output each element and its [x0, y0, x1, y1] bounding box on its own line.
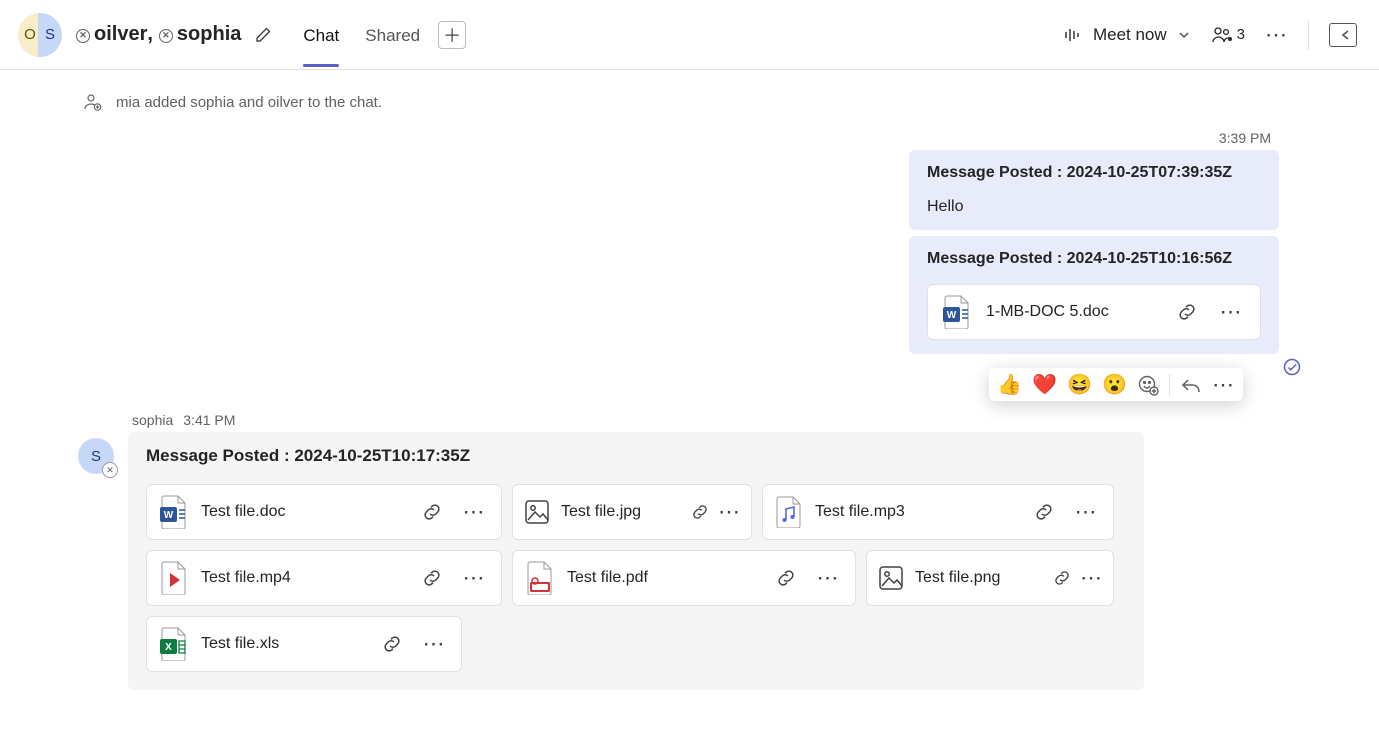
copy-link-button[interactable]: [771, 563, 801, 593]
conversation-area: mia added sophia and oilver to the chat.…: [0, 70, 1379, 730]
file-name: Test file.jpg: [561, 503, 676, 521]
copy-link-button[interactable]: [1054, 570, 1070, 586]
presence-offline-icon: [159, 29, 173, 43]
audio-file-icon: [775, 496, 803, 528]
participants-avatar: O S: [18, 13, 62, 57]
system-event-text: mia added sophia and oilver to the chat.: [116, 94, 382, 111]
incoming-message[interactable]: Message Posted : 2024-10-25T10:17:35Z W …: [128, 432, 1144, 690]
header-actions: Meet now 3 ⋯: [1063, 20, 1357, 50]
my-message-2[interactable]: Message Posted : 2024-10-25T10:16:56Z W …: [909, 236, 1279, 354]
reaction-toolbar: 👍 ❤️ 😆 😮 ⋯: [989, 368, 1243, 401]
image-file-icon: [877, 564, 905, 592]
video-bars-icon: [1063, 25, 1083, 45]
meet-now-button[interactable]: Meet now: [1063, 25, 1191, 45]
pdf-file-icon: [525, 561, 555, 595]
file-card-jpg[interactable]: Test file.jpg ⋯: [512, 484, 752, 540]
react-like[interactable]: 👍: [997, 372, 1022, 397]
file-name: Test file.pdf: [567, 569, 759, 587]
copy-link-button[interactable]: [1172, 297, 1202, 327]
message-header: Message Posted : 2024-10-25T07:39:35Z: [927, 164, 1261, 182]
react-laugh[interactable]: 😆: [1067, 372, 1092, 397]
presence-offline-icon: [76, 29, 90, 43]
meet-now-label: Meet now: [1093, 25, 1167, 45]
toggle-side-panel-button[interactable]: [1329, 23, 1357, 47]
file-more-button[interactable]: ⋯: [813, 563, 843, 593]
chat-title: oilver, sophia: [76, 23, 273, 46]
copy-link-button[interactable]: [377, 629, 407, 659]
timestamp-right: 3:39 PM: [78, 130, 1271, 146]
copy-link-button[interactable]: [1029, 497, 1059, 527]
copy-link-button[interactable]: [417, 563, 447, 593]
excel-file-icon: X: [159, 627, 189, 661]
file-name: Test file.xls: [201, 635, 365, 653]
people-icon: [1211, 25, 1233, 45]
file-more-button[interactable]: ⋯: [419, 629, 449, 659]
copy-link-button[interactable]: [417, 497, 447, 527]
file-card-mp4[interactable]: Test file.mp4 ⋯: [146, 550, 502, 606]
message-body: Hello: [927, 198, 1261, 216]
sender-avatar-initial: S: [91, 448, 101, 465]
file-card-pdf[interactable]: Test file.pdf ⋯: [512, 550, 856, 606]
chevron-down-icon[interactable]: [1177, 28, 1191, 42]
svg-text:W: W: [164, 510, 174, 521]
divider: [1308, 20, 1309, 50]
svg-text:X: X: [165, 642, 172, 653]
title-name-2: sophia: [177, 23, 241, 46]
file-name: Test file.png: [915, 569, 1038, 587]
attachment-card[interactable]: W 1-MB-DOC 5.doc ⋯: [927, 284, 1261, 340]
people-count-button[interactable]: 3: [1211, 25, 1245, 45]
chat-header: O S oilver, sophia Chat Shared ＋ Meet no…: [0, 0, 1379, 70]
file-card-doc[interactable]: W Test file.doc ⋯: [146, 484, 502, 540]
system-event-row: mia added sophia and oilver to the chat.: [82, 92, 1279, 112]
message-header: Message Posted : 2024-10-25T10:16:56Z: [927, 250, 1261, 268]
file-name: Test file.mp3: [815, 503, 1017, 521]
file-more-button[interactable]: ⋯: [1071, 497, 1101, 527]
header-tabs: Chat Shared: [303, 4, 420, 66]
arrow-into-panel-icon: [1340, 29, 1352, 41]
reply-icon[interactable]: [1180, 375, 1202, 395]
edit-chat-name-icon[interactable]: [253, 25, 273, 45]
sent-time: 3:41 PM: [183, 412, 235, 428]
message-header: Message Posted : 2024-10-25T10:17:35Z: [146, 446, 1126, 466]
presence-offline-icon: ✕: [102, 462, 118, 478]
word-file-icon: W: [942, 295, 972, 329]
video-file-icon: [159, 561, 189, 595]
people-added-icon: [82, 92, 102, 112]
word-file-icon: W: [159, 495, 189, 529]
sender-name: sophia: [132, 412, 173, 428]
file-card-mp3[interactable]: Test file.mp3 ⋯: [762, 484, 1114, 540]
react-surprised[interactable]: 😮: [1102, 372, 1127, 397]
my-messages-column: Message Posted : 2024-10-25T07:39:35Z He…: [78, 150, 1279, 376]
file-name: Test file.mp4: [201, 569, 405, 587]
file-more-button[interactable]: ⋯: [459, 497, 489, 527]
file-name: Test file.doc: [201, 503, 405, 521]
copy-link-button[interactable]: [692, 504, 708, 520]
people-count-value: 3: [1237, 26, 1245, 43]
sender-avatar[interactable]: S ✕: [78, 438, 114, 474]
add-tab-button[interactable]: ＋: [438, 21, 466, 49]
attachment-more-button[interactable]: ⋯: [1216, 297, 1246, 327]
title-name-1: oilver: [94, 23, 147, 46]
image-file-icon: [523, 498, 551, 526]
attachment-name: 1-MB-DOC 5.doc: [986, 303, 1158, 321]
avatar-initial-s: S: [38, 13, 62, 57]
file-card-png[interactable]: Test file.png ⋯: [866, 550, 1114, 606]
file-more-button[interactable]: ⋯: [459, 563, 489, 593]
file-card-xls[interactable]: X Test file.xls ⋯: [146, 616, 462, 672]
divider: [1169, 374, 1170, 396]
react-heart[interactable]: ❤️: [1032, 372, 1057, 397]
my-message-1[interactable]: Message Posted : 2024-10-25T07:39:35Z He…: [909, 150, 1279, 230]
read-receipt-icon: [1283, 358, 1301, 376]
svg-text:W: W: [947, 310, 957, 321]
react-add-icon[interactable]: [1137, 374, 1159, 396]
incoming-meta: sophia 3:41 PM: [132, 412, 1279, 428]
tab-chat[interactable]: Chat: [303, 4, 339, 66]
incoming-message-row: S ✕ sophia 3:41 PM Message Posted : 2024…: [78, 412, 1279, 690]
tab-shared[interactable]: Shared: [365, 4, 420, 66]
attachment-grid: W Test file.doc ⋯ Test file.jpg ⋯ Test f…: [146, 484, 1126, 672]
